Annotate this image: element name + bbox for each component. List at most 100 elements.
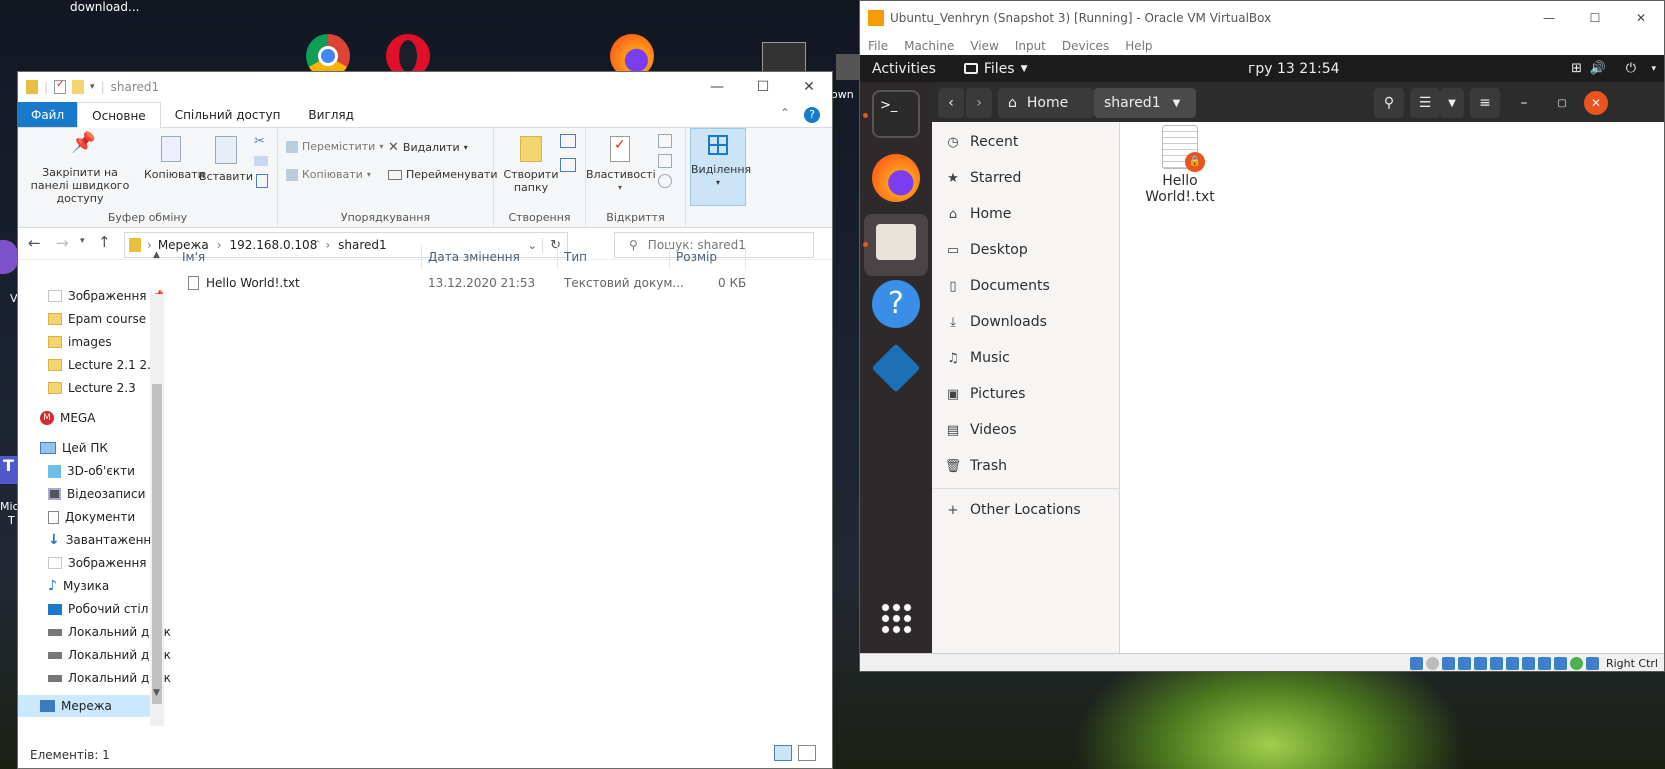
quick-access-dropdown-icon[interactable]: ▾ xyxy=(90,82,95,92)
network-status-icon[interactable]: ⊞ xyxy=(1571,61,1582,76)
nav-item-videos[interactable]: Відеозаписи xyxy=(48,484,145,504)
new-folder-quick-icon[interactable] xyxy=(72,80,85,94)
nav-scrollbar-thumb[interactable] xyxy=(152,384,162,704)
column-type[interactable]: Тип xyxy=(558,245,670,269)
edit-icon[interactable] xyxy=(658,154,672,168)
files-maximize-button[interactable]: ▢ xyxy=(1550,88,1574,118)
audio-icon[interactable] xyxy=(1441,657,1455,670)
scroll-up-icon[interactable]: ▲ xyxy=(153,250,160,260)
details-view-icon[interactable] xyxy=(774,745,792,761)
cpu-icon[interactable] xyxy=(1553,657,1567,670)
path-shared1-button[interactable]: shared1 ▼ xyxy=(1094,88,1196,118)
column-size[interactable]: Розмір xyxy=(670,245,746,269)
menu-view[interactable]: View xyxy=(970,39,998,53)
table-row[interactable]: Hello World!.txt 13.12.2020 21:53 Тексто… xyxy=(178,274,748,294)
easy-access-icon[interactable] xyxy=(560,158,576,172)
nav-item-pictures[interactable]: Зображення📌 xyxy=(48,286,164,306)
sidebar-item-pictures[interactable]: ▣ Pictures xyxy=(946,380,1026,408)
files-close-button[interactable]: ✕ xyxy=(1584,91,1608,115)
menu-help[interactable]: Help xyxy=(1125,39,1152,53)
minimize-button[interactable]: — xyxy=(694,72,740,102)
sidebar-item-starred[interactable]: ★ Starred xyxy=(946,164,1021,192)
tab-home[interactable]: Основне xyxy=(77,102,161,128)
properties-quick-icon[interactable]: ✓ xyxy=(54,79,67,94)
nav-item-lecture-2-1[interactable]: Lecture 2.1 2.2 xyxy=(48,355,159,375)
menu-input[interactable]: Input xyxy=(1015,39,1046,53)
sidebar-item-other-locations[interactable]: + Other Locations xyxy=(946,496,1081,524)
keyboard-capture-icon[interactable] xyxy=(1585,657,1599,670)
forward-button[interactable]: › xyxy=(966,88,992,118)
menu-devices[interactable]: Devices xyxy=(1062,39,1109,53)
path-home-button[interactable]: ⌂ Home xyxy=(998,88,1094,118)
new-item-icon[interactable] xyxy=(560,134,576,148)
tab-file[interactable]: Файл xyxy=(18,102,78,127)
up-arrow-icon[interactable]: ↑ xyxy=(98,233,111,251)
sidebar-item-music[interactable]: ♫ Music xyxy=(946,344,1010,372)
firefox-dock-icon[interactable] xyxy=(872,154,920,202)
recent-dropdown-icon[interactable]: ▾ xyxy=(80,236,85,246)
desktop-app-icon[interactable] xyxy=(836,54,860,80)
move-to-button[interactable]: Перемістити ▾ xyxy=(286,140,383,153)
forward-arrow-icon[interactable]: → xyxy=(56,234,69,252)
tab-share[interactable]: Спільний доступ xyxy=(161,102,295,127)
files-dock-icon[interactable] xyxy=(864,214,928,276)
paste-button[interactable]: Вставити xyxy=(198,136,254,183)
network-adapter-icon[interactable] xyxy=(1457,657,1471,670)
nav-item-desktop[interactable]: Робочий стіл xyxy=(48,599,148,619)
copy-to-button[interactable]: Копіювати ▾ xyxy=(286,168,371,181)
mouse-integration-icon[interactable] xyxy=(1569,657,1583,670)
files-app-menu[interactable]: Files ▼ xyxy=(963,61,1028,77)
sidebar-item-home[interactable]: ⌂ Home xyxy=(946,200,1011,228)
nav-item-pictures-2[interactable]: Зображення xyxy=(48,553,147,573)
nav-item-music[interactable]: ♪ Музика xyxy=(48,576,109,596)
power-icon[interactable]: ⏻ xyxy=(1626,61,1636,76)
copy-button[interactable]: Копіювати xyxy=(144,136,205,181)
view-list-button[interactable]: ☰ xyxy=(1410,88,1440,118)
vbox-minimize-button[interactable]: — xyxy=(1526,1,1572,35)
file-item[interactable]: 🔒 Hello World!.txt xyxy=(1130,125,1230,205)
collapse-ribbon-icon[interactable]: ⌃ xyxy=(780,106,790,120)
rename-button[interactable]: Перейменувати xyxy=(388,168,498,181)
recording-icon[interactable] xyxy=(1521,657,1535,670)
nav-item-documents[interactable]: Документи xyxy=(48,507,135,527)
volume-icon[interactable]: 🔊 xyxy=(1590,61,1606,76)
terminal-icon[interactable]: >_ xyxy=(872,90,920,138)
menu-button[interactable]: ≡ xyxy=(1470,88,1500,118)
sidebar-item-recent[interactable]: ◷ Recent xyxy=(946,128,1018,156)
column-name[interactable]: Ім'я xyxy=(176,245,422,269)
help-dock-icon[interactable]: ? xyxy=(872,280,920,328)
properties-button[interactable]: ✓ Властивості ▾ xyxy=(586,136,656,194)
pin-quick-access-button[interactable]: 📌 Закріпити на панелі швидкого доступу xyxy=(22,132,138,205)
shared-folders-icon[interactable] xyxy=(1489,657,1503,670)
large-icons-view-icon[interactable] xyxy=(798,745,816,761)
nav-item-downloads[interactable]: ↓ Завантаження xyxy=(48,530,159,550)
hard-disk-icon[interactable] xyxy=(1409,657,1423,670)
column-date[interactable]: Дата змінення xyxy=(422,245,558,269)
vbox-maximize-button[interactable]: ☐ xyxy=(1572,1,1618,35)
nav-item-mega[interactable]: M MEGA xyxy=(40,408,95,428)
history-icon[interactable] xyxy=(658,174,672,188)
usb-icon[interactable] xyxy=(1473,657,1487,670)
search-button[interactable]: ⚲ xyxy=(1374,88,1404,118)
menu-machine[interactable]: Machine xyxy=(904,39,954,53)
system-menu-arrow-icon[interactable]: ▾ xyxy=(1651,64,1656,74)
menu-file[interactable]: File xyxy=(868,39,888,53)
cut-icon[interactable]: ✂ xyxy=(254,134,265,149)
tab-view[interactable]: Вигляд xyxy=(294,102,368,127)
open-icon[interactable] xyxy=(658,134,672,148)
desktop-thumbnail-icon[interactable] xyxy=(762,42,806,72)
quick-access-folder-icon[interactable] xyxy=(26,80,38,94)
view-options-button[interactable]: ▼ xyxy=(1440,88,1464,118)
nav-item-3d-objects[interactable]: 3D-об'єкти xyxy=(48,461,135,481)
clock[interactable]: гру 13 21:54 xyxy=(1248,61,1340,77)
nav-item-lecture-2-3[interactable]: Lecture 2.3 xyxy=(48,378,136,398)
maximize-button[interactable]: ☐ xyxy=(740,72,786,102)
nav-item-network[interactable]: Мережа xyxy=(18,695,150,717)
sidebar-item-downloads[interactable]: ⤓ Downloads xyxy=(946,308,1047,336)
virtualbox-dock-icon[interactable] xyxy=(871,343,921,393)
nav-item-this-pc[interactable]: Цей ПК xyxy=(40,438,108,458)
sidebar-item-videos[interactable]: ▤ Videos xyxy=(946,416,1017,444)
viber-icon[interactable] xyxy=(0,240,18,274)
show-applications-icon[interactable] xyxy=(880,602,912,634)
scroll-down-icon[interactable]: ▼ xyxy=(153,688,160,698)
